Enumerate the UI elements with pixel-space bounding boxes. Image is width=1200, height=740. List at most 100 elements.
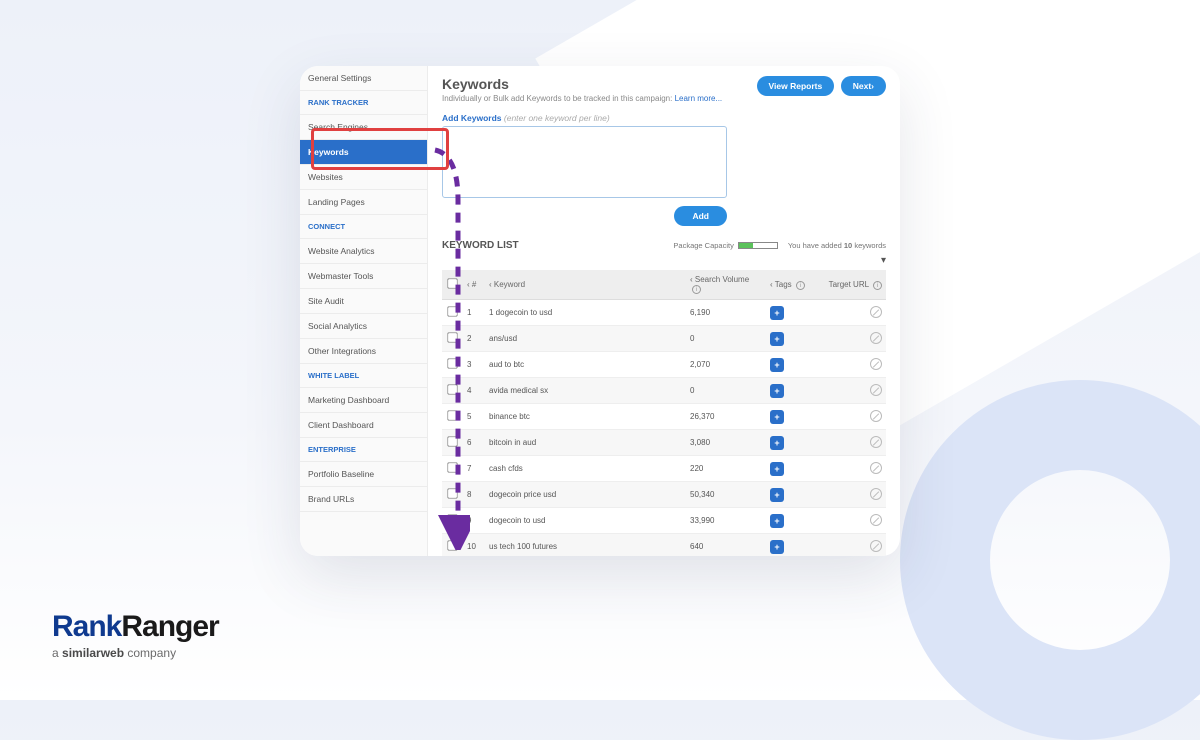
add-tag-button[interactable]: + [770,384,784,398]
no-target-icon [870,410,882,422]
row-checkbox[interactable] [447,540,457,550]
row-checkbox[interactable] [447,332,457,342]
row-num: 8 [463,482,485,508]
sidebar-header: ENTERPRISE [300,438,427,462]
add-keywords-label: Add Keywords (enter one keyword per line… [442,113,886,123]
add-button[interactable]: Add [674,206,727,226]
row-checkbox[interactable] [447,410,457,420]
no-target-icon [870,306,882,318]
select-all-checkbox[interactable] [447,278,457,288]
sidebar-item-site-audit[interactable]: Site Audit [300,289,427,314]
table-row: 9dogecoin to usd33,990 + [442,508,886,534]
keywords-textarea[interactable] [442,126,727,198]
sidebar-item-other-integrations[interactable]: Other Integrations [300,339,427,364]
row-volume: 0 [686,378,766,404]
row-keyword: us tech 100 futures [485,534,686,557]
view-reports-button[interactable]: View Reports [757,76,835,96]
col-target: Target URL i [816,270,886,300]
row-volume: 220 [686,456,766,482]
table-row: 8dogecoin price usd50,340+ [442,482,886,508]
row-num: 7 [463,456,485,482]
col-keyword[interactable]: ‹ Keyword [485,270,686,300]
row-volume: 33,990 [686,508,766,534]
sidebar-item-webmaster-tools[interactable]: Webmaster Tools [300,264,427,289]
sidebar-item-brand-urls[interactable]: Brand URLs [300,487,427,512]
row-checkbox[interactable] [447,436,457,446]
info-icon: i [692,285,701,294]
sidebar-item-search-engines[interactable]: Search Engines [300,115,427,140]
row-keyword: cash cfds [485,456,686,482]
row-volume: 640 [686,534,766,557]
row-num: 3 [463,352,485,378]
capacity-label: Package Capacity [673,241,733,250]
info-icon: i [873,281,882,290]
col-volume[interactable]: ‹ Search Volume i [686,270,766,300]
row-checkbox[interactable] [447,358,457,368]
sidebar-item-client-dashboard[interactable]: Client Dashboard [300,413,427,438]
capacity-indicator: Package Capacity [673,241,777,250]
add-tag-button[interactable]: + [770,462,784,476]
col-num[interactable]: ‹ # [463,270,485,300]
sidebar: General Settings RANK TRACKERSearch Engi… [300,66,428,556]
row-num: 5 [463,404,485,430]
logo-ranger-text: Ranger [121,610,218,643]
sidebar-item-website-analytics[interactable]: Website Analytics [300,239,427,264]
row-volume: 3,080 [686,430,766,456]
col-tags[interactable]: ‹ Tags i [766,270,816,300]
row-keyword: dogecoin to usd [485,508,686,534]
add-label-text: Add Keywords [442,113,502,123]
row-num: 10 [463,534,485,557]
row-checkbox[interactable] [447,488,457,498]
bg-ring [900,380,1200,740]
table-row: 7cash cfds220 + [442,456,886,482]
add-tag-button[interactable]: + [770,306,784,320]
info-icon: i [796,281,805,290]
sidebar-item-websites[interactable]: Websites [300,165,427,190]
sidebar-item-keywords[interactable]: Keywords [300,140,427,165]
sidebar-item-landing-pages[interactable]: Landing Pages [300,190,427,215]
no-target-icon [870,384,882,396]
learn-more-link[interactable]: Learn more... [675,94,723,103]
table-row: 6bitcoin in aud3,080+ [442,430,886,456]
add-tag-button[interactable]: + [770,488,784,502]
row-checkbox[interactable] [447,384,457,394]
keyword-list-title: KEYWORD LIST [442,240,519,251]
no-target-icon [870,488,882,500]
row-num: 9 [463,508,485,534]
logo-subtitle: a similarweb company [52,646,219,660]
sidebar-item-general[interactable]: General Settings [300,66,427,91]
main-panel: Keywords Individually or Bulk add Keywor… [428,66,900,556]
row-num: 6 [463,430,485,456]
add-tag-button[interactable]: + [770,540,784,554]
row-keyword: binance btc [485,404,686,430]
row-keyword: avida medical sx [485,378,686,404]
capacity-bar [738,242,778,249]
add-hint-text: (enter one keyword per line) [504,113,610,123]
row-volume: 26,370 [686,404,766,430]
add-tag-button[interactable]: + [770,410,784,424]
add-tag-button[interactable]: + [770,332,784,346]
row-checkbox[interactable] [447,306,457,316]
table-row: 10us tech 100 futures640 + [442,534,886,557]
logo-rank-text: Rank [52,610,121,643]
sidebar-item-portfolio-baseline[interactable]: Portfolio Baseline [300,462,427,487]
row-checkbox[interactable] [447,462,457,472]
row-num: 2 [463,326,485,352]
table-row: 5binance btc26,370 + [442,404,886,430]
add-tag-button[interactable]: + [770,436,784,450]
app-card: General Settings RANK TRACKERSearch Engi… [300,66,900,556]
sidebar-item-social-analytics[interactable]: Social Analytics [300,314,427,339]
row-volume: 2,070 [686,352,766,378]
filter-icon[interactable]: ▾ [442,255,886,266]
add-tag-button[interactable]: + [770,358,784,372]
sidebar-header: WHITE LABEL [300,364,427,388]
next-button[interactable]: Next› [841,76,886,96]
no-target-icon [870,462,882,474]
row-keyword: aud to btc [485,352,686,378]
sidebar-item-marketing-dashboard[interactable]: Marketing Dashboard [300,388,427,413]
row-keyword: dogecoin price usd [485,482,686,508]
table-row: 3aud to btc2,070 + [442,352,886,378]
sidebar-header: CONNECT [300,215,427,239]
add-tag-button[interactable]: + [770,514,784,528]
row-checkbox[interactable] [447,514,457,524]
